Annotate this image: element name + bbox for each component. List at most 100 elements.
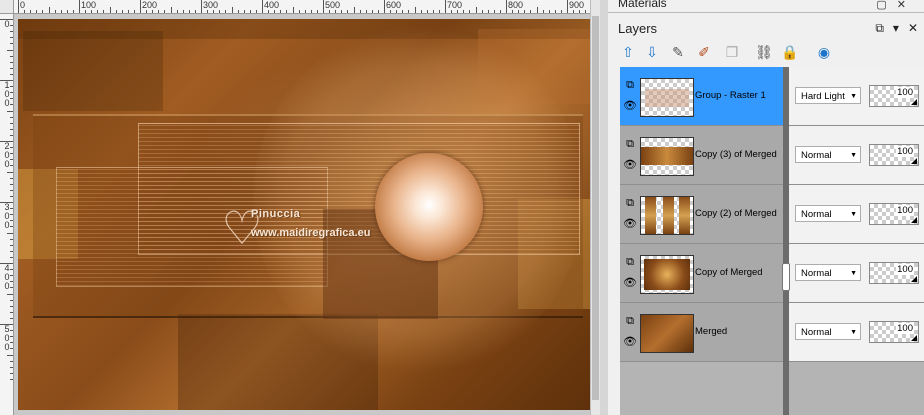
ruler-tick: [10, 281, 13, 283]
chevron-down-icon[interactable]: ▼: [850, 265, 857, 282]
lock-icon[interactable]: 🔒: [780, 42, 800, 62]
blend-mode-dropdown[interactable]: Normal ▼: [795, 205, 861, 222]
move-layer-up-icon[interactable]: ⇧: [618, 42, 638, 62]
ruler-tick: [10, 104, 13, 106]
ruler-tick: [10, 73, 13, 75]
layer-group-icon[interactable]: ⧉: [623, 256, 637, 269]
blend-mode-dropdown[interactable]: Hard Light ▼: [795, 87, 861, 104]
layer-row[interactable]: ⧉ 👁 Group - Raster 1 Hard Light ▼ 100: [620, 67, 924, 126]
panel-splitter[interactable]: [600, 0, 608, 415]
ruler-tick: [371, 10, 373, 13]
chevron-down-icon[interactable]: ▼: [850, 206, 857, 223]
layer-group-icon[interactable]: ⧉: [623, 138, 637, 151]
close-icon[interactable]: ✕: [897, 0, 916, 11]
slider-corner-icon: [911, 276, 917, 282]
ruler-tick: [10, 177, 13, 179]
ruler-tick: [10, 37, 13, 39]
blend-mode-dropdown[interactable]: Normal ▼: [795, 323, 861, 340]
opacity-value: 100: [896, 146, 914, 157]
ruler-tick: [115, 10, 117, 13]
opacity-slider[interactable]: 100: [869, 144, 919, 166]
layer-row-left[interactable]: ⧉ 👁 Copy (2) of Merged: [620, 185, 783, 243]
materials-title: Materials: [618, 0, 667, 10]
chevron-down-icon[interactable]: ▼: [850, 324, 857, 341]
opacity-slider[interactable]: 100: [869, 262, 919, 284]
opacity-slider[interactable]: 100: [869, 321, 919, 343]
panel-controls[interactable]: ⧉ ▾ ✕: [866, 21, 918, 36]
slider-corner-icon: [911, 99, 917, 105]
blend-mode-value: Hard Light: [801, 91, 845, 102]
layers-panel-header[interactable]: Layers ⧉ ▾ ✕: [608, 18, 924, 40]
scrollbar-thumb[interactable]: [592, 16, 599, 400]
layer-group-icon[interactable]: ⧉: [623, 197, 637, 210]
layer-row-left[interactable]: ⧉ 👁 Copy (3) of Merged: [620, 126, 783, 184]
layer-row[interactable]: ⧉ 👁 Copy (3) of Merged Normal ▼ 100: [620, 126, 924, 185]
ruler-tick: [432, 10, 434, 13]
layer-row[interactable]: ⧉ 👁 Merged Normal ▼ 100: [620, 303, 924, 362]
ruler-tick: [536, 7, 538, 13]
visibility-eye-icon[interactable]: 👁: [623, 100, 637, 113]
ruler-tick: [10, 214, 13, 216]
layer-row[interactable]: ⧉ 👁 Copy of Merged Normal ▼ 100: [620, 244, 924, 303]
visibility-eye-icon[interactable]: 👁: [623, 218, 637, 231]
image-canvas[interactable]: ♡: [18, 19, 590, 410]
layer-row[interactable]: ⧉ 👁 Copy (2) of Merged Normal ▼ 100: [620, 185, 924, 244]
ruler-tick: [408, 10, 410, 13]
layer-name[interactable]: Copy of Merged: [695, 267, 763, 278]
new-layer-icon[interactable]: ✎: [668, 42, 688, 62]
ruler-tick: [60, 10, 62, 13]
menu-chevron-icon[interactable]: ▾: [893, 21, 899, 35]
blend-mode-dropdown[interactable]: Normal ▼: [795, 146, 861, 163]
close-icon[interactable]: ✕: [908, 21, 918, 35]
ruler-tick: [10, 244, 13, 246]
visibility-eye-icon[interactable]: 👁: [623, 277, 637, 290]
glossy-sphere: [375, 153, 483, 261]
layer-name[interactable]: Copy (3) of Merged: [695, 149, 777, 160]
duplicate-icon[interactable]: ❐: [722, 42, 742, 62]
ruler-vertical: 01 0 02 0 03 0 04 0 05 0 0: [0, 13, 14, 415]
visibility-eye-icon[interactable]: 👁: [623, 159, 637, 172]
ruler-tick: [225, 10, 227, 13]
layer-name[interactable]: Merged: [695, 326, 727, 337]
column-divider[interactable]: [783, 67, 789, 415]
layer-group-icon[interactable]: ⧉: [623, 79, 637, 92]
slider-corner-icon: [911, 335, 917, 341]
opacity-slider[interactable]: 100: [869, 85, 919, 107]
layer-name[interactable]: Group - Raster 1: [695, 90, 766, 101]
ruler-tick: [384, 0, 385, 13]
materials-panel-header[interactable]: Materials ▢✕: [608, 0, 924, 13]
divider-grip[interactable]: [782, 263, 790, 291]
blend-mode-dropdown[interactable]: Normal ▼: [795, 264, 861, 281]
layer-thumbnail: [640, 196, 694, 235]
link-icon[interactable]: ⛓: [754, 42, 774, 62]
ruler-tick: [10, 342, 13, 344]
ruler-tick: [506, 0, 507, 13]
ruler-tick: [451, 10, 453, 13]
opacity-slider[interactable]: 100: [869, 203, 919, 225]
ruler-tick: [109, 7, 111, 13]
visibility-eye-icon[interactable]: 👁: [623, 336, 637, 349]
layer-row-left[interactable]: ⧉ 👁 Copy of Merged: [620, 244, 783, 302]
ruler-tick: [463, 10, 465, 13]
layer-group-icon[interactable]: ⧉: [623, 315, 637, 328]
layer-list[interactable]: ⧉ 👁 Group - Raster 1 Hard Light ▼ 100 ⧉ 👁 Copy (…: [620, 67, 924, 415]
ruler-tick: [194, 10, 196, 13]
mask-icon[interactable]: ◉: [814, 42, 834, 62]
panel-controls[interactable]: ▢✕: [876, 0, 916, 11]
ruler-tick: [560, 10, 562, 13]
chevron-down-icon[interactable]: ▼: [850, 147, 857, 164]
chevron-down-icon[interactable]: ▼: [850, 88, 857, 105]
layer-name[interactable]: Copy (2) of Merged: [695, 208, 777, 219]
properties-icon[interactable]: ✐: [694, 42, 714, 62]
layer-row-left[interactable]: ⧉ 👁 Merged: [620, 303, 783, 361]
ruler-tick: [7, 110, 13, 112]
image-canvas-area[interactable]: 0 100 200 300 400 500 600 700 800 900 01 0 02 0 0…: [0, 0, 601, 415]
layer-row-left[interactable]: ⧉ 👁 Group - Raster 1: [620, 67, 783, 125]
dock-icon[interactable]: ⧉: [875, 21, 884, 35]
layer-thumbnail: [640, 255, 694, 294]
blend-mode-value: Normal: [801, 327, 832, 338]
opacity-value: 100: [896, 264, 914, 275]
ruler-tick: [249, 10, 251, 13]
pin-icon[interactable]: ▢: [876, 0, 896, 11]
move-layer-down-icon[interactable]: ⇩: [642, 42, 662, 62]
